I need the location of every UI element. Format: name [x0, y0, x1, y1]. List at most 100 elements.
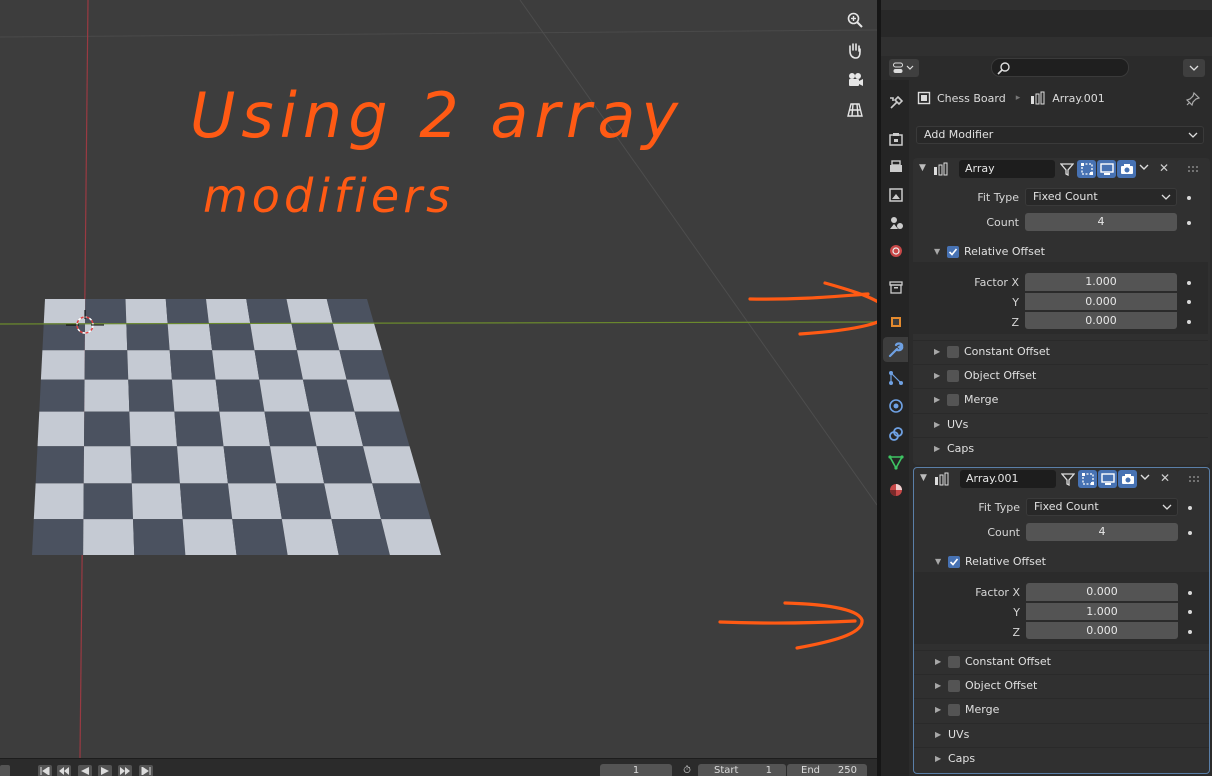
factor-z-field[interactable]: 0.000 [1025, 311, 1177, 329]
tab-constraints[interactable] [883, 421, 908, 446]
editmode-toggle-icon[interactable] [1077, 160, 1096, 178]
keyframe-dot[interactable] [1188, 506, 1192, 510]
end-frame-field[interactable]: End 250 [787, 764, 867, 776]
modifier-name-input[interactable]: Array.001 [960, 470, 1056, 488]
merge-checkbox[interactable] [947, 394, 959, 406]
factor-x-field[interactable]: 1.000 [1025, 273, 1177, 291]
viewport-toggle-icon[interactable] [1098, 470, 1117, 488]
object-offset-checkbox[interactable] [947, 370, 959, 382]
expand-arrow-icon[interactable]: ▶ [934, 395, 940, 404]
keyframe-dot[interactable] [1187, 300, 1191, 304]
keyframe-dot[interactable] [1188, 591, 1192, 595]
start-frame-field[interactable]: Start 1 [698, 764, 786, 776]
tab-particles[interactable] [883, 365, 908, 390]
keyframe-dot[interactable] [1188, 610, 1192, 614]
relative-offset-checkbox[interactable] [947, 246, 959, 258]
drag-handle-icon[interactable] [1188, 473, 1202, 486]
close-icon[interactable]: ✕ [1160, 471, 1170, 485]
render-toggle-icon[interactable] [1118, 470, 1137, 488]
tab-world[interactable] [883, 238, 908, 263]
constant-offset-checkbox[interactable] [947, 346, 959, 358]
factor-z-field[interactable]: 0.000 [1026, 621, 1178, 639]
tab-scene[interactable] [883, 210, 908, 235]
next-keyframe-icon[interactable] [118, 765, 132, 776]
expand-arrow-icon[interactable]: ▶ [935, 681, 941, 690]
modifier-menu-chevron-icon[interactable] [1138, 161, 1150, 176]
keyframe-dot[interactable] [1187, 320, 1191, 324]
merge-checkbox[interactable] [948, 704, 960, 716]
play-icon[interactable] [98, 765, 112, 776]
keyframe-dot[interactable] [1188, 630, 1192, 634]
hand-pan-icon[interactable] [842, 37, 868, 63]
board-square [169, 350, 216, 380]
editor-type-button[interactable] [889, 59, 919, 77]
render-toggle-icon[interactable] [1117, 160, 1136, 178]
drag-handle-icon[interactable] [1187, 163, 1201, 176]
zoom-icon[interactable] [842, 7, 868, 33]
current-frame-field[interactable]: 1 [600, 764, 672, 776]
fit-type-dropdown[interactable]: Fixed Count [1026, 498, 1178, 516]
modifier-menu-chevron-icon[interactable] [1139, 471, 1151, 486]
expand-arrow-icon[interactable]: ▶ [934, 420, 940, 429]
factor-x-field[interactable]: 0.000 [1026, 583, 1178, 601]
play-reverse-icon[interactable] [78, 765, 92, 776]
keyframe-dot[interactable] [1187, 221, 1191, 225]
keyframe-dot[interactable] [1188, 531, 1192, 535]
tab-data[interactable] [883, 449, 908, 474]
keyframe-dot[interactable] [1187, 281, 1191, 285]
expand-arrow-icon[interactable]: ▼ [934, 247, 940, 256]
expand-arrow-icon[interactable]: ▶ [935, 754, 941, 763]
collapse-arrow-icon[interactable]: ▼ [920, 473, 927, 483]
add-modifier-dropdown[interactable]: Add Modifier [916, 126, 1204, 144]
fit-type-dropdown[interactable]: Fixed Count [1025, 188, 1177, 206]
merge-label: Merge [964, 393, 999, 406]
modifier-name-input[interactable]: Array [959, 160, 1055, 178]
tab-object[interactable] [883, 309, 908, 334]
object-offset-checkbox[interactable] [948, 680, 960, 692]
tab-physics[interactable] [883, 393, 908, 418]
expand-arrow-icon[interactable]: ▶ [935, 705, 941, 714]
vertex-filter-icon[interactable] [1057, 160, 1076, 178]
keyframe-dot[interactable] [1187, 196, 1191, 200]
tab-view-layer[interactable] [883, 182, 908, 207]
modifier-header[interactable]: ▼ Array ✕ [913, 158, 1210, 180]
jump-start-icon[interactable] [38, 765, 52, 776]
expand-arrow-icon[interactable]: ▼ [935, 557, 941, 566]
board-square [35, 446, 85, 484]
count-field[interactable]: 4 [1025, 213, 1177, 231]
timeline-menu-button[interactable] [0, 765, 10, 776]
jump-end-icon[interactable] [139, 765, 153, 776]
camera-icon[interactable] [842, 67, 868, 93]
search-input[interactable] [991, 58, 1129, 77]
tab-output[interactable] [883, 154, 908, 179]
3d-viewport[interactable]: Using 2 array modifiers [0, 0, 877, 776]
options-dropdown-button[interactable] [1183, 59, 1205, 77]
vertex-filter-icon[interactable] [1058, 470, 1077, 488]
grid-ortho-icon[interactable] [842, 97, 868, 123]
expand-arrow-icon[interactable]: ▶ [934, 347, 940, 356]
viewport-toggle-icon[interactable] [1097, 160, 1116, 178]
editmode-toggle-icon[interactable] [1078, 470, 1097, 488]
tab-modifiers[interactable] [883, 337, 908, 362]
expand-arrow-icon[interactable]: ▶ [935, 730, 941, 739]
factor-y-field[interactable]: 0.000 [1025, 292, 1177, 310]
pin-icon[interactable] [1186, 92, 1200, 106]
constant-offset-checkbox[interactable] [948, 656, 960, 668]
count-field[interactable]: 4 [1026, 523, 1178, 541]
prev-keyframe-icon[interactable] [57, 765, 71, 776]
relative-offset-checkbox[interactable] [948, 556, 960, 568]
expand-arrow-icon[interactable]: ▶ [934, 371, 940, 380]
tab-tool[interactable] [883, 90, 908, 115]
stopwatch-icon[interactable]: ⏱ [680, 764, 694, 776]
expand-arrow-icon[interactable]: ▶ [934, 444, 940, 453]
fit-type-label: Fit Type [978, 501, 1020, 514]
collapse-arrow-icon[interactable]: ▼ [919, 163, 926, 173]
close-icon[interactable]: ✕ [1159, 161, 1169, 175]
modifier-header[interactable]: ▼ Array.001 ✕ [914, 468, 1209, 490]
tab-collection[interactable] [883, 274, 908, 299]
board-square [331, 519, 390, 555]
tab-material[interactable] [883, 477, 908, 502]
expand-arrow-icon[interactable]: ▶ [935, 657, 941, 666]
tab-render[interactable] [883, 126, 908, 151]
factor-y-field[interactable]: 1.000 [1026, 602, 1178, 620]
